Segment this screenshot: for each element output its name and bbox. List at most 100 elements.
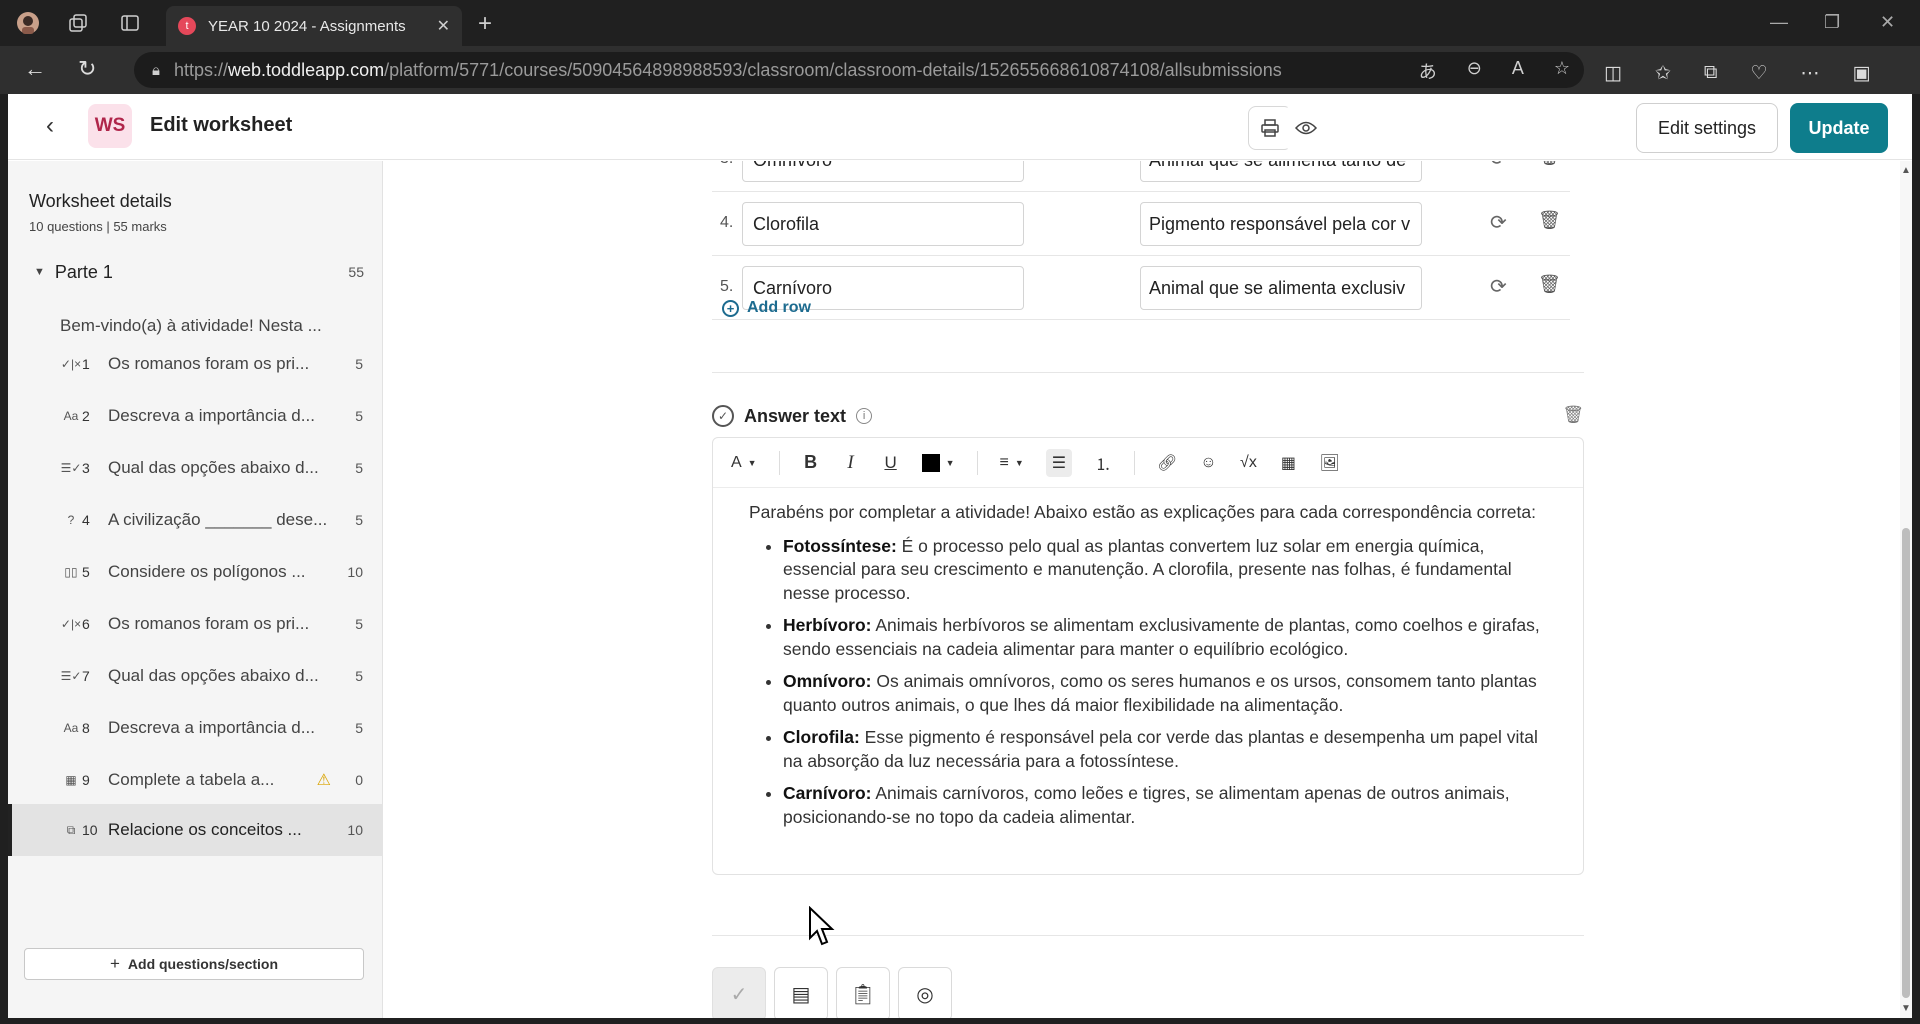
add-questions-label: Add questions/section <box>127 956 279 972</box>
question-marks: 0 <box>355 772 363 788</box>
answer-item-fotossintese: Fotossíntese: É o processo pelo qual as … <box>783 535 1547 606</box>
sidebar-title: Worksheet details <box>29 191 172 211</box>
question-text: Descreva a importância d... <box>108 406 315 425</box>
favorites-icon[interactable]: ✩ <box>1655 62 1671 85</box>
workspaces-icon[interactable] <box>64 9 92 37</box>
collections-icon[interactable]: ⧉ <box>1704 62 1718 85</box>
restore-icon[interactable]: ❐ <box>1824 12 1840 33</box>
sidebar-summary: 10 questions | 55 marks <box>29 219 167 234</box>
image-question-icon: ▯▯ <box>64 565 78 579</box>
question-item-10[interactable]: ⧉ 10 Relacione os conceitos ... 10 <box>8 804 383 856</box>
refresh-icon[interactable]: ↻ <box>78 56 96 82</box>
answer-key-button[interactable]: ✓ <box>712 967 766 1018</box>
question-item-7[interactable]: ☰✓ 7 Qual das opções abaixo d... 5 <box>8 650 383 702</box>
rich-text-editor[interactable]: A ▼ B I U ▼ ≡ ▼ ☰ ⒈ 🔗︎ ☺ √x ▦ 🖼︎ Parabéns … <box>712 437 1584 875</box>
scroll-down-arrow-icon[interactable]: ▼ <box>1901 1003 1911 1014</box>
question-marks: 5 <box>355 720 363 736</box>
text-answer-icon: Aa <box>63 721 79 735</box>
sidebar-toggle-icon[interactable]: ▣ <box>1853 62 1871 85</box>
zoom-out-icon[interactable]: ⊖ <box>1467 58 1482 84</box>
numbered-list-button[interactable]: ⒈ <box>1094 449 1112 477</box>
emoji-button[interactable]: ☺ <box>1199 449 1217 477</box>
tab-close-icon[interactable]: ✕ <box>437 16 450 36</box>
true-false-icon: ✓|× <box>60 617 82 631</box>
question-text: Os romanos foram os pri... <box>108 354 310 373</box>
right-definition-input[interactable]: Pigmento responsável pela cor v <box>1140 202 1422 246</box>
align-dropdown[interactable]: ≡ ▼ <box>1000 449 1024 477</box>
browser-essentials-icon[interactable]: ♡ <box>1750 62 1767 85</box>
vertical-tabs-icon[interactable] <box>116 9 144 37</box>
back-icon[interactable]: ← <box>24 56 46 82</box>
link-button[interactable]: 🔗︎ <box>1157 449 1177 477</box>
check-circle-icon: ✓ <box>712 405 734 427</box>
question-editor: 3. Omnívoro Animal que se alimenta tanto… <box>384 161 1912 1018</box>
italic-button[interactable]: I <box>842 449 860 477</box>
window-close-icon[interactable]: ✕ <box>1880 12 1895 33</box>
question-item-9[interactable]: ▦ 9 Complete a tabela a... ⚠ 0 <box>8 754 383 806</box>
swap-icon[interactable]: ⟳ <box>1490 210 1507 235</box>
new-tab-icon[interactable]: + <box>478 10 492 38</box>
toolbar-divider <box>1134 450 1136 475</box>
bold-button[interactable]: B <box>802 449 820 477</box>
math-button[interactable]: √x <box>1239 449 1257 477</box>
info-icon[interactable]: i <box>856 408 873 424</box>
left-term-input[interactable]: Omnívoro <box>742 161 1024 182</box>
question-item-3[interactable]: ☰✓ 3 Qual das opções abaixo d... 5 <box>8 442 383 494</box>
swap-icon[interactable]: ⟳ <box>1490 274 1507 299</box>
editor-toolbar: A ▼ B I U ▼ ≡ ▼ ☰ ⒈ 🔗︎ ☺ √x ▦ 🖼︎ <box>713 438 1583 488</box>
left-term-input[interactable]: Clorofila <box>742 202 1024 246</box>
back-chevron-icon[interactable]: ‹ <box>46 112 54 140</box>
trash-icon[interactable]: 🗑︎ <box>1538 161 1561 167</box>
question-item-6[interactable]: ✓|× 6 Os romanos foram os pri... 5 <box>8 598 383 650</box>
trash-icon[interactable]: 🗑︎ <box>1538 274 1561 295</box>
answer-item-clorofila: Clorofila: Esse pigmento é responsável p… <box>783 726 1547 773</box>
image-button[interactable]: 🖼︎ <box>1319 449 1339 477</box>
split-screen-icon[interactable]: ◫ <box>1604 62 1622 85</box>
update-button[interactable]: Update <box>1790 103 1888 153</box>
main-scrollbar[interactable]: ▲ ▼ <box>1900 161 1912 1018</box>
favorite-star-icon[interactable]: ☆ <box>1554 58 1570 84</box>
emoji-icon: ☺ <box>1200 453 1217 471</box>
profile-avatar-icon[interactable] <box>14 9 42 37</box>
note-icon: ▤ <box>791 983 811 1006</box>
question-marks: 5 <box>355 460 363 476</box>
underline-button[interactable]: U <box>882 449 900 477</box>
more-options-icon[interactable]: ⋯ <box>1801 62 1820 85</box>
minimize-icon[interactable]: — <box>1770 12 1788 33</box>
question-number: 6 <box>82 616 90 632</box>
add-row-button[interactable]: + Add row <box>722 299 811 317</box>
section-parte-1[interactable]: ▼ Parte 1 55 <box>34 255 364 289</box>
translate-icon[interactable]: あ <box>1419 58 1437 84</box>
row-number: 4. <box>720 214 734 231</box>
notes-button[interactable]: ▤ <box>774 967 828 1018</box>
rubric-button[interactable]: 📋︎ <box>836 967 890 1018</box>
editor-content[interactable]: Parabéns por completar a atividade! Abai… <box>713 488 1583 829</box>
read-aloud-icon[interactable]: A <box>1512 58 1524 84</box>
question-item-8[interactable]: Aa 8 Descreva a importância d... 5 <box>8 702 383 754</box>
question-item-2[interactable]: Aa 2 Descreva a importância d... 5 <box>8 390 383 442</box>
address-bar[interactable]: 🔒︎ https://web.toddleapp.com/platform/57… <box>134 52 1584 88</box>
table-button[interactable]: ▦ <box>1279 449 1297 477</box>
learning-goals-button[interactable]: ◎ <box>898 967 952 1018</box>
add-questions-button[interactable]: + Add questions/section <box>24 948 364 980</box>
browser-tab-active[interactable]: t YEAR 10 2024 - Assignments ✕ <box>166 6 462 46</box>
question-text: Os romanos foram os pri... <box>108 614 310 633</box>
preview-button[interactable] <box>1284 106 1328 150</box>
trash-icon[interactable]: 🗑︎ <box>1562 405 1584 425</box>
scroll-up-arrow-icon[interactable]: ▲ <box>1901 165 1911 176</box>
right-definition-input[interactable]: Animal que se alimenta tanto de <box>1140 161 1422 182</box>
edit-settings-button[interactable]: Edit settings <box>1636 103 1778 153</box>
bullet-list-button[interactable]: ☰ <box>1045 448 1073 477</box>
question-marks: 10 <box>347 822 363 838</box>
question-item-5[interactable]: ▯▯ 5 Considere os polígonos ... 10 <box>8 546 383 598</box>
right-definition-input[interactable]: Animal que se alimenta exclusiv <box>1140 266 1422 310</box>
font-size-dropdown[interactable]: A ▼ <box>731 449 757 477</box>
text-color-dropdown[interactable]: ▼ <box>921 449 955 477</box>
swap-icon[interactable]: ⟳ <box>1490 161 1507 171</box>
intro-item[interactable]: Bem-vindo(a) à atividade! Nesta ... <box>60 316 360 336</box>
question-item-4[interactable]: ? 4 A civilização _______ dese... 5 <box>8 494 383 546</box>
question-item-1[interactable]: ✓|× 1 Os romanos foram os pri... 5 <box>8 338 383 390</box>
scroll-thumb[interactable] <box>1902 528 1910 998</box>
trash-icon[interactable]: 🗑︎ <box>1538 210 1561 231</box>
answer-item-herbivoro: Herbívoro: Animais herbívoros se aliment… <box>783 614 1547 661</box>
